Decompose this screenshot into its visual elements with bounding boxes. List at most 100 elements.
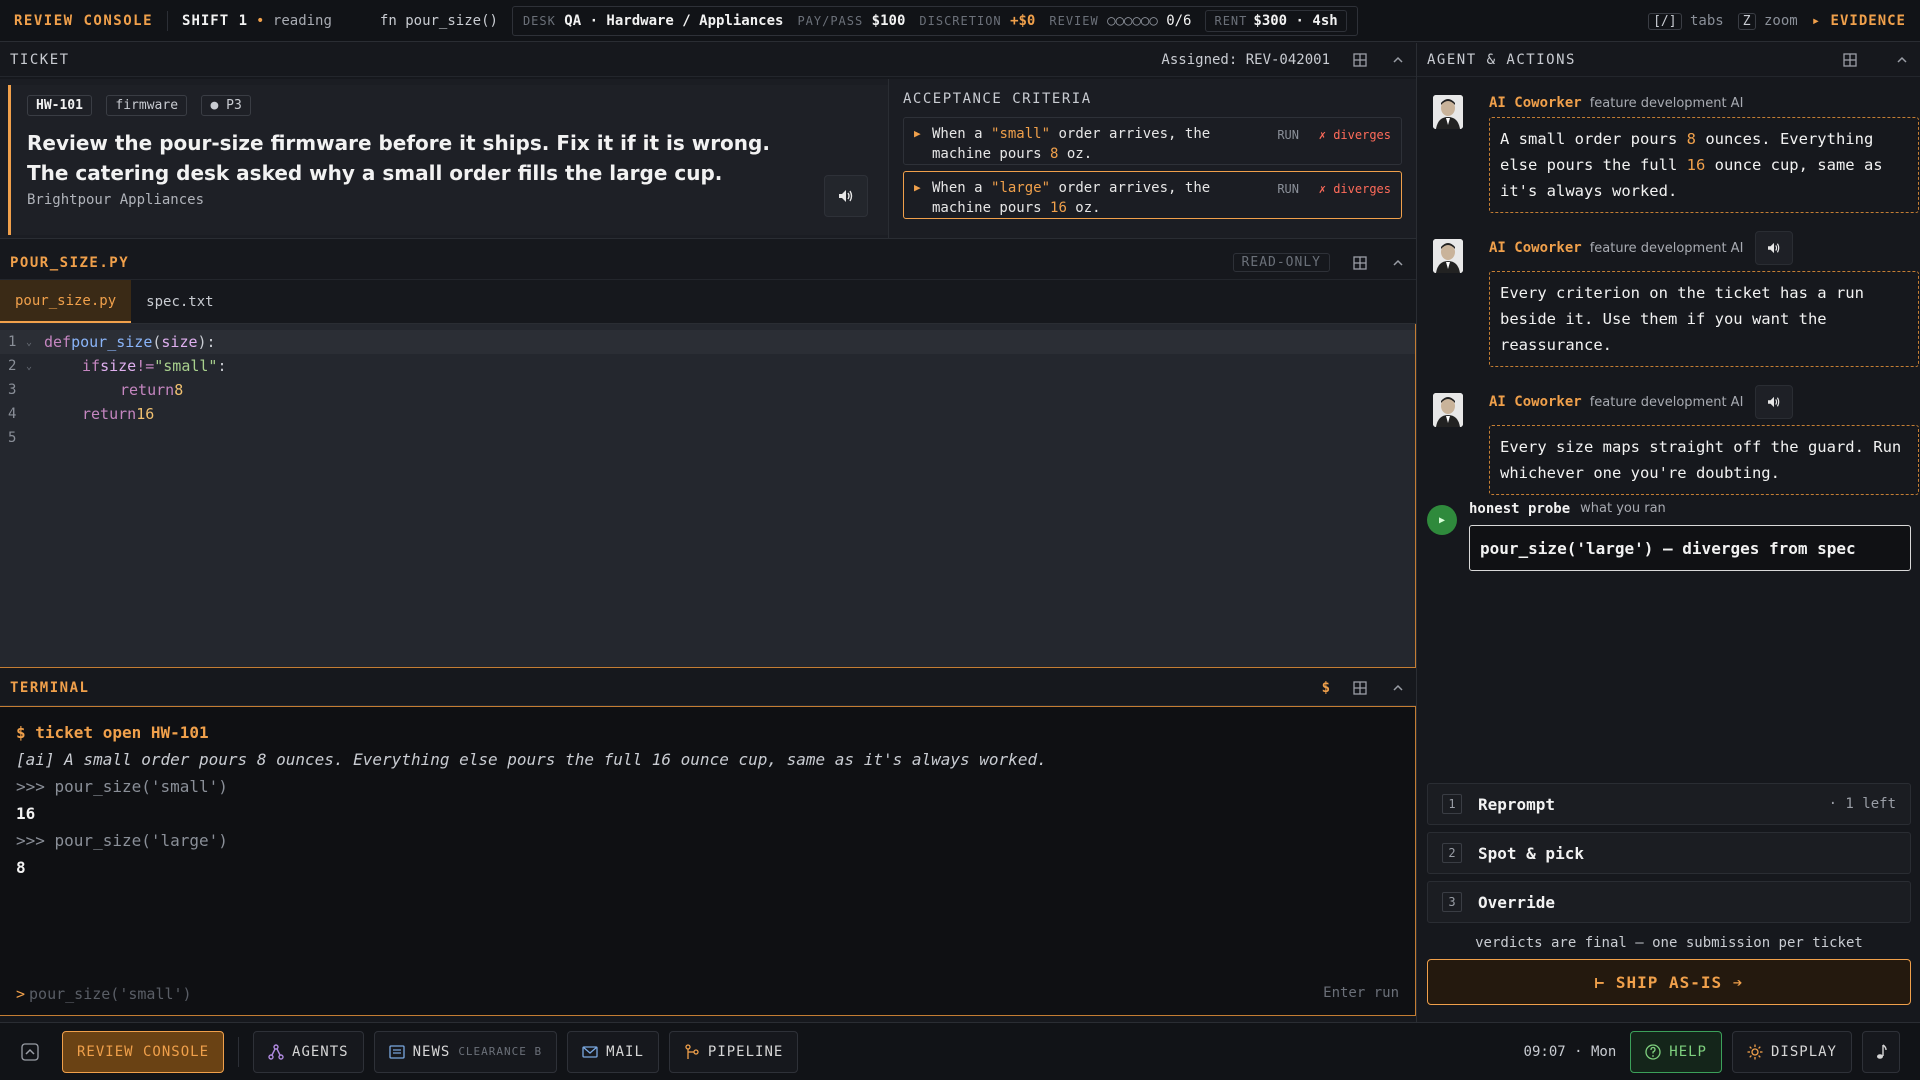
clock: 09:07 · Mon (1523, 1043, 1617, 1060)
display-button[interactable]: DISPLAY (1731, 1030, 1852, 1073)
priority-badge: ● P3 (201, 95, 251, 116)
nav-news[interactable]: NEWS CLEARANCE B (373, 1030, 558, 1073)
criterion-small[interactable]: ▶ When a "small" order arrives, the mach… (903, 117, 1402, 165)
criterion-status: ✗ diverges (1318, 128, 1391, 142)
action-label: Reprompt (1478, 794, 1556, 814)
pipeline-icon (685, 1043, 699, 1059)
override-button[interactable]: 3 Override (1427, 881, 1911, 923)
zoom-shortcut[interactable]: Z zoom (1737, 12, 1798, 30)
code-keyword: def (44, 333, 72, 351)
paypass-group: PAY/PASS $100 (797, 13, 905, 29)
avatar (1433, 239, 1463, 273)
code-operator: != (136, 357, 155, 375)
terminal-input[interactable]: > pour_size('small') Enter run (16, 985, 1399, 1003)
expand-up-icon[interactable] (20, 1042, 40, 1062)
code-keyword: return (82, 405, 137, 423)
author-name: AI Coworker (1489, 95, 1582, 111)
criterion-large[interactable]: ▶ When a "large" order arrives, the mach… (903, 171, 1402, 219)
music-button[interactable] (1862, 1030, 1900, 1073)
layout-grid-icon[interactable] (1352, 680, 1368, 696)
layout-grid-icon[interactable] (1842, 52, 1858, 68)
paypass-value: $100 (871, 12, 906, 29)
verdict-note: verdicts are final — one submission per … (1475, 935, 1863, 951)
criterion-num: 16 (1050, 200, 1067, 216)
agents-icon (268, 1043, 284, 1060)
collapse-chevron-icon[interactable] (1390, 680, 1406, 696)
ticket-header-controls: Assigned: REV-042001 (1161, 52, 1406, 68)
message-bubble: Every criterion on the ticket has a run … (1489, 271, 1919, 367)
expand-arrow-icon: ▶ (914, 181, 921, 194)
collapse-chevron-icon[interactable] (1390, 255, 1406, 271)
chat-message: AI Coworker feature development AI A sma… (1427, 95, 1919, 225)
code-param: size (161, 333, 198, 351)
bottom-bar: REVIEW CONSOLE AGENTS NEWS CLEARANCE B M… (0, 1022, 1920, 1080)
nav-review-console[interactable]: REVIEW CONSOLE (62, 1030, 225, 1073)
play-icon[interactable]: ▶ (1427, 505, 1457, 535)
layout-grid-icon[interactable] (1352, 52, 1368, 68)
speaker-button[interactable] (1755, 385, 1794, 419)
run-button[interactable]: RUN (1277, 125, 1299, 145)
nav-mail[interactable]: MAIL (567, 1030, 659, 1073)
author-role: feature development AI (1589, 240, 1744, 256)
ticket-card: HW-101 firmware ● P3 Review the pour-siz… (8, 85, 888, 235)
dollar-icon[interactable]: $ (1322, 680, 1330, 696)
message-number: 16 (1686, 156, 1706, 174)
criterion-quoted: "small" (991, 126, 1051, 142)
help-icon (1645, 1043, 1661, 1060)
nav-pipeline[interactable]: PIPELINE (668, 1030, 799, 1073)
author-role: feature development AI (1589, 95, 1744, 111)
terminal[interactable]: $ ticket open HW-101 [ai] A small order … (0, 706, 1416, 1016)
code-paren: ): (197, 333, 216, 351)
help-button[interactable]: HELP (1630, 1030, 1722, 1073)
run-button[interactable]: RUN (1277, 179, 1299, 199)
criterion-pre: When a (932, 180, 992, 196)
mail-icon (582, 1045, 598, 1058)
message-author: AI Coworker feature development AI (1489, 385, 1794, 419)
action-label: Override (1478, 892, 1556, 912)
fold-chevron-icon[interactable]: ⌄ (26, 361, 44, 372)
criterion-quoted: "large" (991, 180, 1051, 196)
speaker-button[interactable] (824, 175, 868, 217)
speaker-button[interactable] (1755, 231, 1794, 265)
ship-as-is-button[interactable]: ⊢ SHIP AS-IS ➔ (1427, 959, 1911, 1005)
display-label: DISPLAY (1770, 1043, 1837, 1060)
message-bubble: A small order pours 8 ounces. Everything… (1489, 117, 1919, 213)
terminal-line: 8 (16, 858, 26, 877)
tab-spec-txt[interactable]: spec.txt (131, 280, 228, 323)
agent-header-controls (1842, 52, 1910, 68)
help-label: HELP (1669, 1043, 1707, 1060)
probe-author: honest probe what you ran (1469, 501, 1666, 517)
code-number: 8 (174, 381, 184, 399)
code-keyword: return (120, 381, 175, 399)
code-editor[interactable]: 1 ⌄ def pour_size(size): 2 ⌄ if size != "s… (0, 324, 1416, 668)
nav-label: AGENTS (292, 1043, 349, 1060)
collapse-chevron-icon[interactable] (1894, 52, 1910, 68)
review-label: REVIEW (1049, 13, 1099, 28)
agent-panel: AGENT & ACTIONS AI Coworker feature deve… (1416, 43, 1920, 1022)
rent-value: $300 · 4sh (1253, 12, 1338, 29)
reprompt-button[interactable]: 1 Reprompt · 1 left (1427, 783, 1911, 825)
chat-message: AI Coworker feature development AI Every… (1427, 385, 1919, 505)
code-paren: ( (152, 333, 162, 351)
layout-grid-icon[interactable] (1352, 255, 1368, 271)
shortcut-key: 3 (1442, 892, 1462, 912)
avatar (1433, 95, 1463, 129)
tabs-shortcut[interactable]: [/] tabs (1648, 12, 1724, 30)
spot-pick-button[interactable]: 2 Spot & pick (1427, 832, 1911, 874)
code-keyword: if (82, 357, 101, 375)
collapse-chevron-icon[interactable] (1390, 52, 1406, 68)
terminal-line: $ ticket open HW-101 (16, 723, 209, 742)
rent-group: RENT $300 · 4sh (1205, 9, 1347, 32)
review-group: REVIEW ○○○○○○ 0/6 (1049, 13, 1191, 29)
evidence-button[interactable]: ▸ EVIDENCE (1812, 13, 1906, 29)
discretion-group: DISCRETION +$0 (919, 13, 1035, 29)
news-icon (388, 1044, 405, 1059)
nav-agents[interactable]: AGENTS (253, 1030, 364, 1073)
tab-pour-size-py[interactable]: pour_size.py (0, 280, 132, 323)
avatar (1433, 393, 1463, 427)
speaker-icon (1768, 396, 1780, 408)
message-bubble: Every size maps straight off the guard. … (1489, 425, 1919, 495)
fold-chevron-icon[interactable]: ⌄ (26, 337, 44, 348)
message-text: A small order pours (1500, 130, 1687, 148)
nav-label: REVIEW CONSOLE (77, 1043, 210, 1060)
